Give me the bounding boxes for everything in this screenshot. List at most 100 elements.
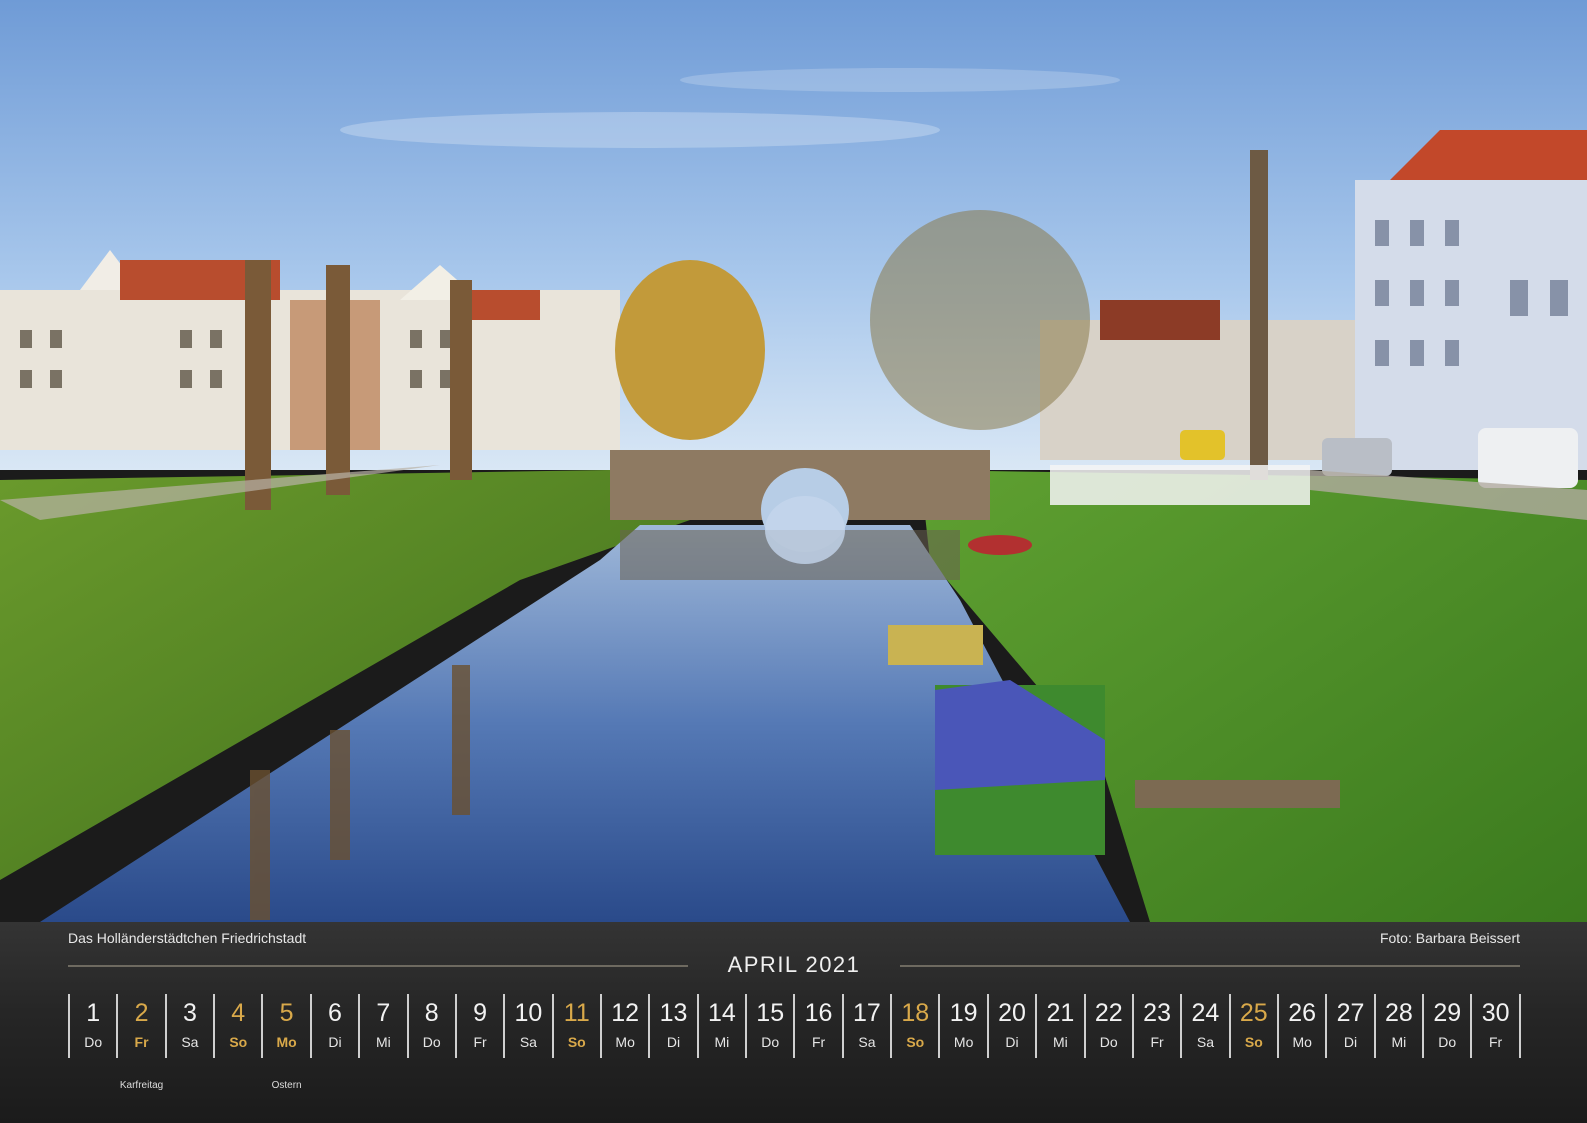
day-grid: 1 Do 2 Fr Karfreitag 3 Sa 4 So 5 Mo Ostern 6 Di 7 Mi 8 Do… <box>68 994 1521 1091</box>
day-number: 23 <box>1143 999 1171 1027</box>
day-cell: 28 Mi <box>1373 994 1422 1058</box>
calendar-footer: Das Holländerstädtchen Friedrichstadt Fo… <box>0 922 1587 1123</box>
day-cell: 22 Do <box>1083 994 1132 1058</box>
day-cell: 29 Do <box>1422 994 1470 1058</box>
day-cell: 3 Sa <box>164 994 213 1058</box>
day-number: 8 <box>424 999 439 1027</box>
day-weekday: Mi <box>375 1034 391 1050</box>
day-cell: 19 Mo <box>938 994 986 1058</box>
day-number: 30 <box>1481 999 1510 1027</box>
day-weekday: Do <box>1099 1034 1118 1050</box>
day-weekday: Fr <box>811 1034 826 1050</box>
day-number: 9 <box>473 999 487 1027</box>
day-cell: 23 Fr <box>1131 994 1180 1058</box>
day-cell: 2 Fr Karfreitag <box>116 994 164 1091</box>
day-number: 29 <box>1433 999 1462 1027</box>
day-weekday: Mi <box>714 1034 730 1050</box>
day-cell: 4 So <box>213 994 261 1058</box>
day-weekday: Di <box>1005 1034 1019 1050</box>
day-cell: 27 Di <box>1325 994 1373 1058</box>
day-weekday: Sa <box>1196 1034 1214 1050</box>
day-cell: 7 Mi <box>358 994 406 1058</box>
day-weekday: Sa <box>519 1034 537 1050</box>
holiday-label: Ostern <box>271 1080 302 1091</box>
holiday-label: Karfreitag <box>119 1080 164 1091</box>
day-cell: 24 Sa <box>1180 994 1228 1058</box>
day-weekday: Mo <box>1292 1034 1312 1050</box>
day-cell: 15 Do <box>745 994 793 1058</box>
day-weekday: Fr <box>473 1034 487 1050</box>
day-weekday: Di <box>1343 1034 1358 1050</box>
day-number: 10 <box>514 999 543 1027</box>
day-number: 18 <box>901 999 930 1027</box>
day-number: 15 <box>756 999 785 1027</box>
day-cell: 12 Mo <box>599 994 648 1058</box>
day-weekday: Mo <box>615 1034 635 1050</box>
day-weekday: Di <box>666 1034 681 1050</box>
month-title: APRIL 2021 <box>727 952 861 977</box>
day-cell: 25 So <box>1228 994 1277 1058</box>
day-weekday: Mi <box>1052 1034 1068 1050</box>
day-number: 13 <box>659 999 688 1027</box>
day-weekday: Fr <box>134 1034 149 1050</box>
day-weekday: Do <box>84 1034 103 1050</box>
day-weekday: Mi <box>1391 1034 1407 1050</box>
day-number: 27 <box>1336 999 1365 1027</box>
day-weekday: So <box>229 1034 248 1050</box>
day-number: 28 <box>1384 999 1413 1027</box>
day-number: 19 <box>949 999 978 1027</box>
day-number: 21 <box>1046 999 1075 1027</box>
day-cell: 20 Di <box>986 994 1035 1058</box>
day-number: 6 <box>328 999 342 1027</box>
day-weekday: Fr <box>1488 1034 1503 1050</box>
day-cell: 18 So <box>890 994 938 1058</box>
day-weekday: Mo <box>276 1034 297 1050</box>
day-cell: 11 So <box>551 994 600 1058</box>
day-number: 24 <box>1191 999 1220 1027</box>
day-number: 5 <box>279 999 294 1027</box>
day-number: 16 <box>804 999 833 1027</box>
day-cell: 8 Do <box>406 994 455 1058</box>
day-number: 26 <box>1288 999 1317 1027</box>
day-weekday: So <box>1244 1034 1263 1050</box>
day-weekday: Fr <box>1150 1034 1164 1050</box>
day-cell: 5 Mo Ostern <box>261 994 309 1091</box>
photo-title: Das Holländerstädtchen Friedrichstadt <box>68 930 307 946</box>
day-weekday: So <box>906 1034 925 1050</box>
day-number: 4 <box>231 999 246 1027</box>
day-number: 7 <box>376 999 391 1027</box>
day-number: 17 <box>853 999 881 1027</box>
day-cell: 26 Mo <box>1276 994 1325 1058</box>
day-cell: 10 Sa <box>503 994 551 1058</box>
calendar-page: Das Holländerstädtchen Friedrichstadt Fo… <box>0 0 1587 1123</box>
day-number: 12 <box>611 999 640 1027</box>
day-number: 2 <box>134 999 149 1027</box>
day-cell: 21 Mi <box>1035 994 1083 1058</box>
day-weekday: Do <box>761 1034 780 1050</box>
day-number: 20 <box>998 999 1026 1027</box>
day-number: 3 <box>182 999 197 1027</box>
day-cell: 13 Di <box>648 994 696 1058</box>
day-number: 25 <box>1239 999 1268 1027</box>
canal-photo <box>0 0 1587 922</box>
day-cell: 6 Di <box>309 994 358 1058</box>
day-cell: 17 Sa <box>841 994 890 1058</box>
day-weekday: Di <box>328 1034 342 1050</box>
day-weekday: Sa <box>181 1034 199 1050</box>
day-cell: 30 Fr <box>1470 994 1521 1058</box>
day-weekday: Do <box>1438 1034 1457 1050</box>
photo-credit: Foto: Barbara Beissert <box>1379 930 1520 946</box>
day-number: 1 <box>86 999 101 1027</box>
day-weekday: Do <box>422 1034 441 1050</box>
day-weekday: Sa <box>858 1034 876 1050</box>
day-cell: 9 Fr <box>454 994 503 1058</box>
day-cell: 16 Fr <box>793 994 841 1058</box>
day-number: 14 <box>707 999 736 1027</box>
day-cell: 14 Mi <box>696 994 745 1058</box>
day-number: 11 <box>563 999 590 1027</box>
day-weekday: So <box>567 1034 586 1050</box>
day-cell: 1 Do <box>68 994 116 1058</box>
divider-left <box>68 965 688 967</box>
day-number: 22 <box>1094 999 1123 1027</box>
day-weekday: Mo <box>953 1034 974 1050</box>
